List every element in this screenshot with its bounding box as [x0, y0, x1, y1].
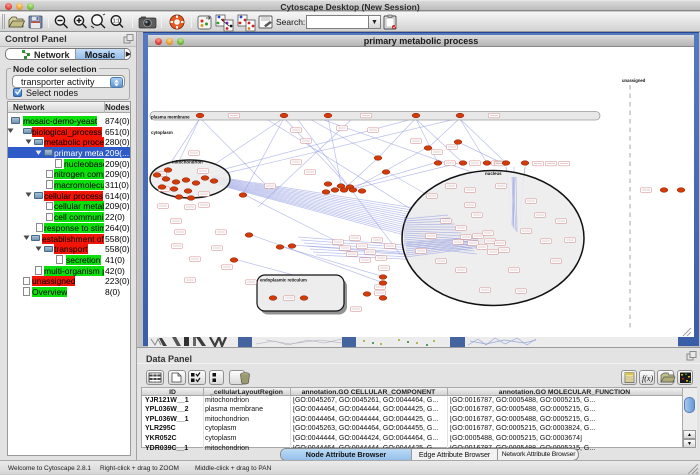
svg-text:cytoplasm: cytoplasm	[151, 130, 173, 135]
svg-text:mitochondrion: mitochondrion	[172, 160, 203, 165]
svg-text:1:1: 1:1	[113, 19, 120, 25]
svg-text:unassigned: unassigned	[622, 78, 646, 83]
svg-text:f(x): f(x)	[642, 374, 653, 383]
svg-text:nucleus: nucleus	[485, 171, 502, 176]
svg-text:plasma membrane: plasma membrane	[151, 115, 190, 120]
svg-text:endoplasmic reticulum: endoplasmic reticulum	[260, 278, 307, 283]
